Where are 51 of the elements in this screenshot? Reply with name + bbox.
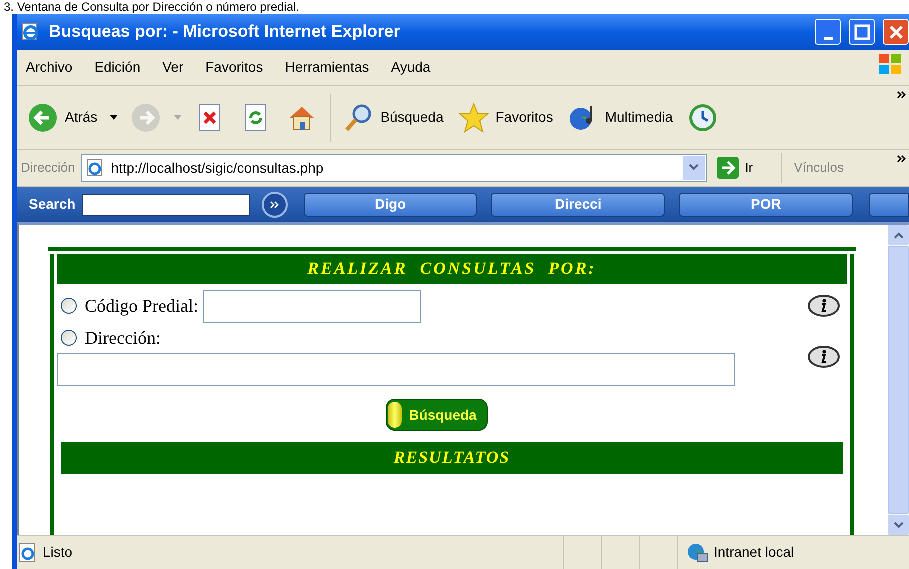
search-button[interactable]: Búsqueda [386,399,488,431]
dropdown-button[interactable] [683,156,706,180]
scroll-down-button[interactable] [888,515,909,535]
search-go-button[interactable] [262,192,288,218]
menu-item[interactable]: Ver [162,57,184,78]
star-icon [458,102,490,134]
close-button[interactable] [883,19,909,45]
favorites-button[interactable]: Favoritos [456,98,556,138]
status-text: Listo [43,543,74,562]
chevron-icon[interactable] [897,154,907,164]
option-label: Código Predial: [85,294,198,318]
chevron-icon[interactable] [897,90,907,100]
back-button[interactable]: Atrás [25,98,100,138]
caret-up-icon [894,232,904,238]
network-globe-icon [686,542,710,564]
minimize-button[interactable] [815,19,841,45]
option-label: Dirección: [85,326,161,350]
minimize-icon [824,37,832,40]
section-heading: REALIZAR CONSULTAS POR: [57,254,847,284]
window-title: Busqueas por: - Microsoft Internet Explorer [49,21,402,44]
url-text: http://localhost/sigic/consultas.php [111,158,325,178]
menu-item[interactable]: Archivo [26,57,73,78]
dropdown-arrow-icon[interactable] [110,114,118,120]
chevron-icon [270,200,280,210]
scroll-up-button[interactable] [888,225,909,245]
search-field[interactable] [82,194,250,216]
radio-button[interactable] [61,330,77,346]
search-tab-button[interactable] [869,192,909,216]
info-icon[interactable] [807,294,841,318]
code-field[interactable] [202,290,420,322]
browser-icon [21,22,41,42]
menu-item[interactable]: Herramientas [285,57,370,78]
address-input-field[interactable] [57,353,735,386]
radio-button[interactable] [61,298,77,314]
search-label: Search [29,195,76,214]
page-icon [85,158,106,178]
media-button[interactable]: Multimedia [565,98,676,138]
menu-item[interactable]: Favoritos [206,57,264,78]
info-icon[interactable] [807,344,841,368]
menu-item[interactable]: Edición [94,57,141,78]
caret-icon [689,164,700,172]
address-field[interactable]: http://localhost/sigic/consultas.php [81,154,708,182]
maximize-button[interactable] [849,19,875,45]
caret-down-icon [894,522,904,528]
section-heading: RESULTATOS [61,442,843,474]
zone-text: Intranet local [714,543,794,562]
caption-text: 3. Ventana de Consulta por Dirección o número predial. [3,0,301,14]
search-button[interactable]: Búsqueda [340,98,446,138]
scrollbar-thumb[interactable] [888,246,909,514]
menu-item[interactable]: Ayuda [391,57,431,78]
address-label: Dirección [21,159,76,178]
